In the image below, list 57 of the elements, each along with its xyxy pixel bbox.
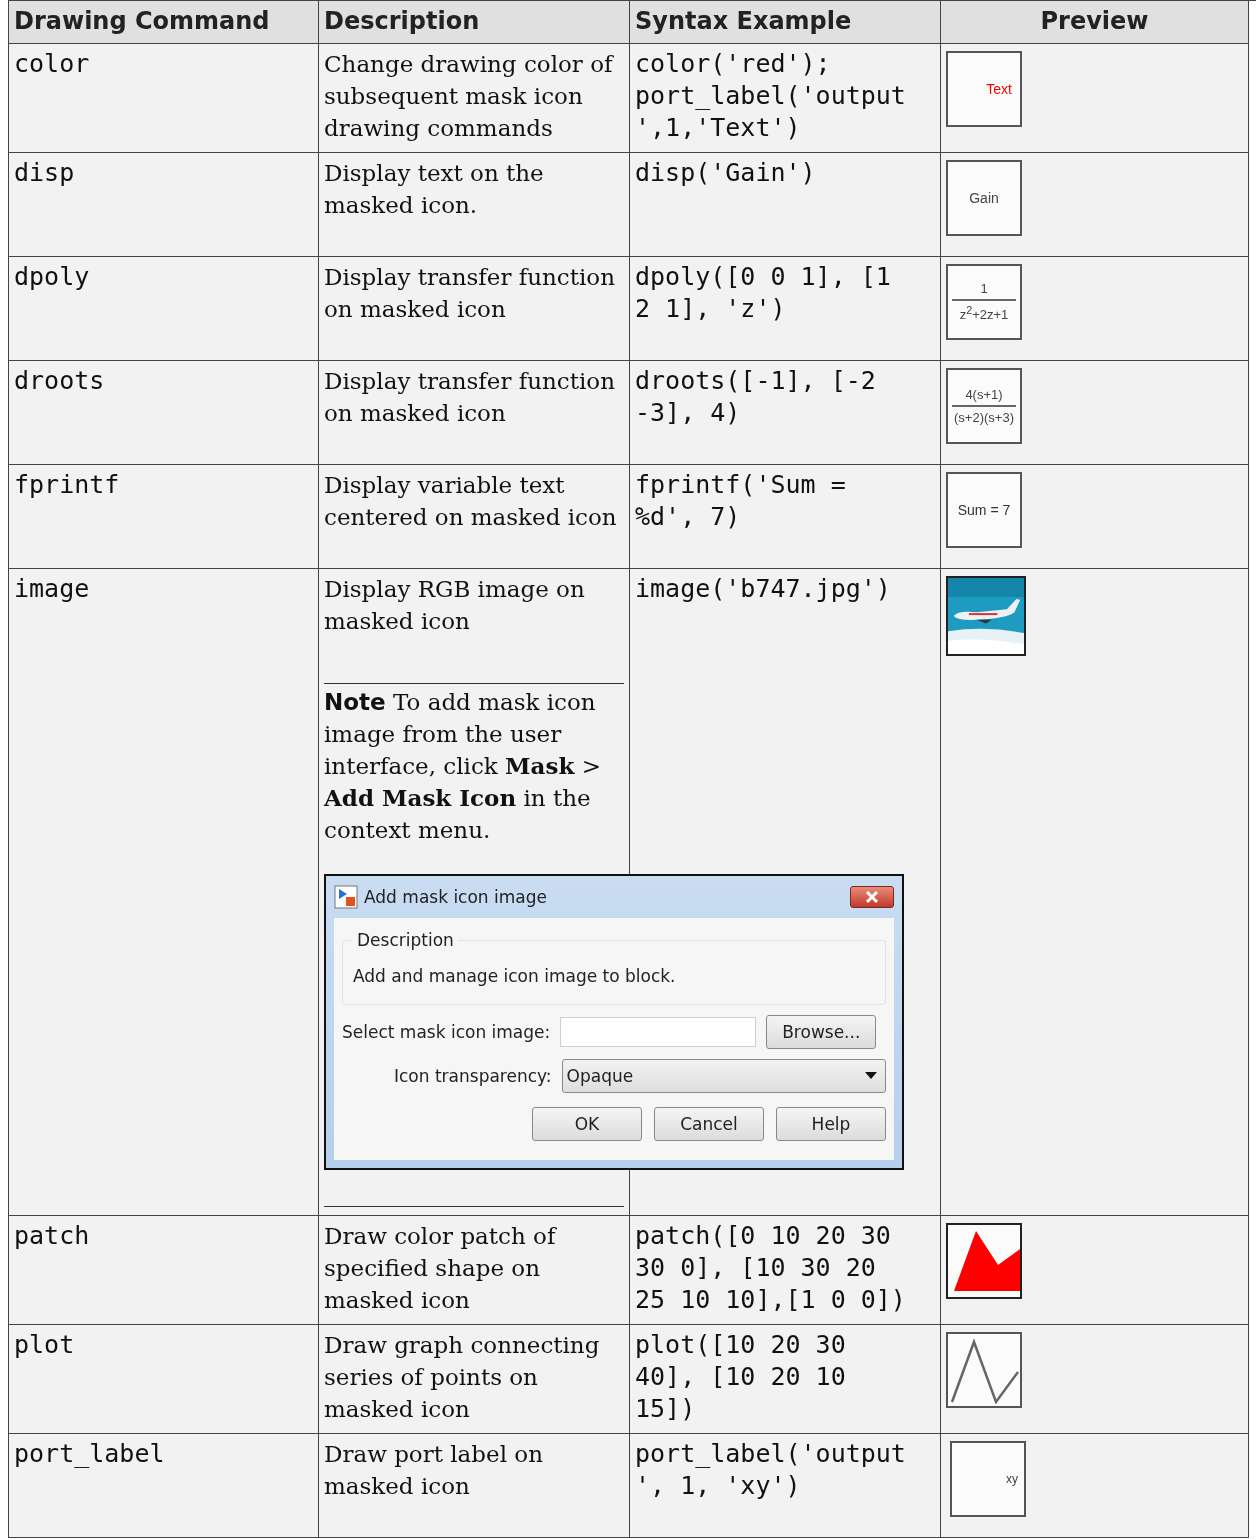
dialog-button[interactable]: OK — [532, 1107, 642, 1141]
syntax-code: droots([-1], [-2 -3], 4) — [635, 365, 877, 429]
syntax-code: plot([10 20 30 40], [10 20 10 15]) — [635, 1329, 847, 1425]
denominator: z$^{2}$+2z+1 — [959, 304, 1009, 323]
description-text: Draw color patch of specified shape on masked icon — [324, 1222, 558, 1315]
description-text: Draw graph connecting series of points on masked icon — [324, 1331, 601, 1424]
browse-button[interactable]: Browse... — [766, 1015, 877, 1049]
description-text: Change drawing color of subsequent mask icon drawing commands — [324, 50, 615, 143]
command-cell: plot — [14, 1330, 75, 1359]
syntax-code: disp('Gain') — [635, 157, 817, 189]
syntax-code: color('red'); port_label('output ',1,'Text') — [635, 48, 907, 144]
syntax-code: dpoly([0 0 1], [1 2 1], 'z') — [635, 261, 892, 325]
column-header: Drawing Command — [9, 1, 319, 44]
command-cell: droots — [14, 366, 105, 395]
command-cell: color — [14, 49, 90, 78]
column-header: Preview — [941, 1, 1249, 44]
description-text: Display RGB image on masked icon — [324, 575, 586, 636]
field-label: Icon transparency: — [394, 1065, 552, 1088]
icon-label: Gain — [968, 190, 1000, 206]
syntax-code: fprintf('Sum = %d', 7) — [635, 469, 847, 533]
command-cell: fprintf — [14, 470, 120, 499]
dialog-title: Add mask icon image — [364, 886, 548, 909]
close-icon — [864, 890, 880, 904]
description-text: Display transfer function on masked icon — [324, 263, 616, 324]
dropdown[interactable]: Opaque — [561, 1059, 886, 1093]
close-button[interactable] — [850, 886, 894, 908]
description-text: Display text on the masked icon. — [324, 159, 545, 220]
input-field[interactable] — [560, 1017, 757, 1047]
command-cell: image — [14, 574, 90, 603]
block-image-icon — [334, 885, 358, 909]
numerator: 1 — [980, 281, 988, 297]
group-text: Add and manage icon image to block. — [353, 966, 676, 986]
command-cell: port_label — [14, 1439, 165, 1468]
command-cell: patch — [14, 1221, 90, 1250]
description-text: Display transfer function on masked icon — [324, 367, 616, 428]
denominator: (s+2)(s+3) — [954, 410, 1014, 425]
description-text: Draw port label on masked icon — [324, 1440, 544, 1501]
dialog-button[interactable]: Help — [776, 1107, 886, 1141]
command-cell: dpoly — [14, 262, 90, 291]
syntax-code: port_label('output ', 1, 'xy') — [635, 1438, 907, 1502]
group-title: Description — [356, 929, 455, 952]
icon-label: Sum = 7 — [956, 502, 1012, 518]
syntax-code: image('b747.jpg') — [635, 573, 892, 605]
icon-label: Text — [986, 81, 1012, 97]
patch-shape — [954, 1231, 1020, 1291]
numerator: 4(s+1) — [965, 387, 1003, 402]
column-header: Description — [319, 1, 630, 44]
caret-icon — [865, 1072, 877, 1080]
plot-line — [950, 1338, 1019, 1405]
description-text: Display variable text centered on masked icon — [324, 471, 618, 532]
port-label: xy — [1006, 1472, 1018, 1486]
note-text: Note To add mask icon image from the user interface, click Mask > Add Mask Icon in the context menu. — [324, 688, 602, 845]
command-cell: disp — [14, 158, 75, 187]
field-label: Select mask icon image: — [342, 1021, 551, 1044]
syntax-code: patch([0 10 20 30 30 0], [10 30 20 25 10 10],[1 0 0]) — [635, 1220, 907, 1316]
column-header: Syntax Example — [630, 1, 941, 44]
dialog-button[interactable]: Cancel — [654, 1107, 764, 1141]
